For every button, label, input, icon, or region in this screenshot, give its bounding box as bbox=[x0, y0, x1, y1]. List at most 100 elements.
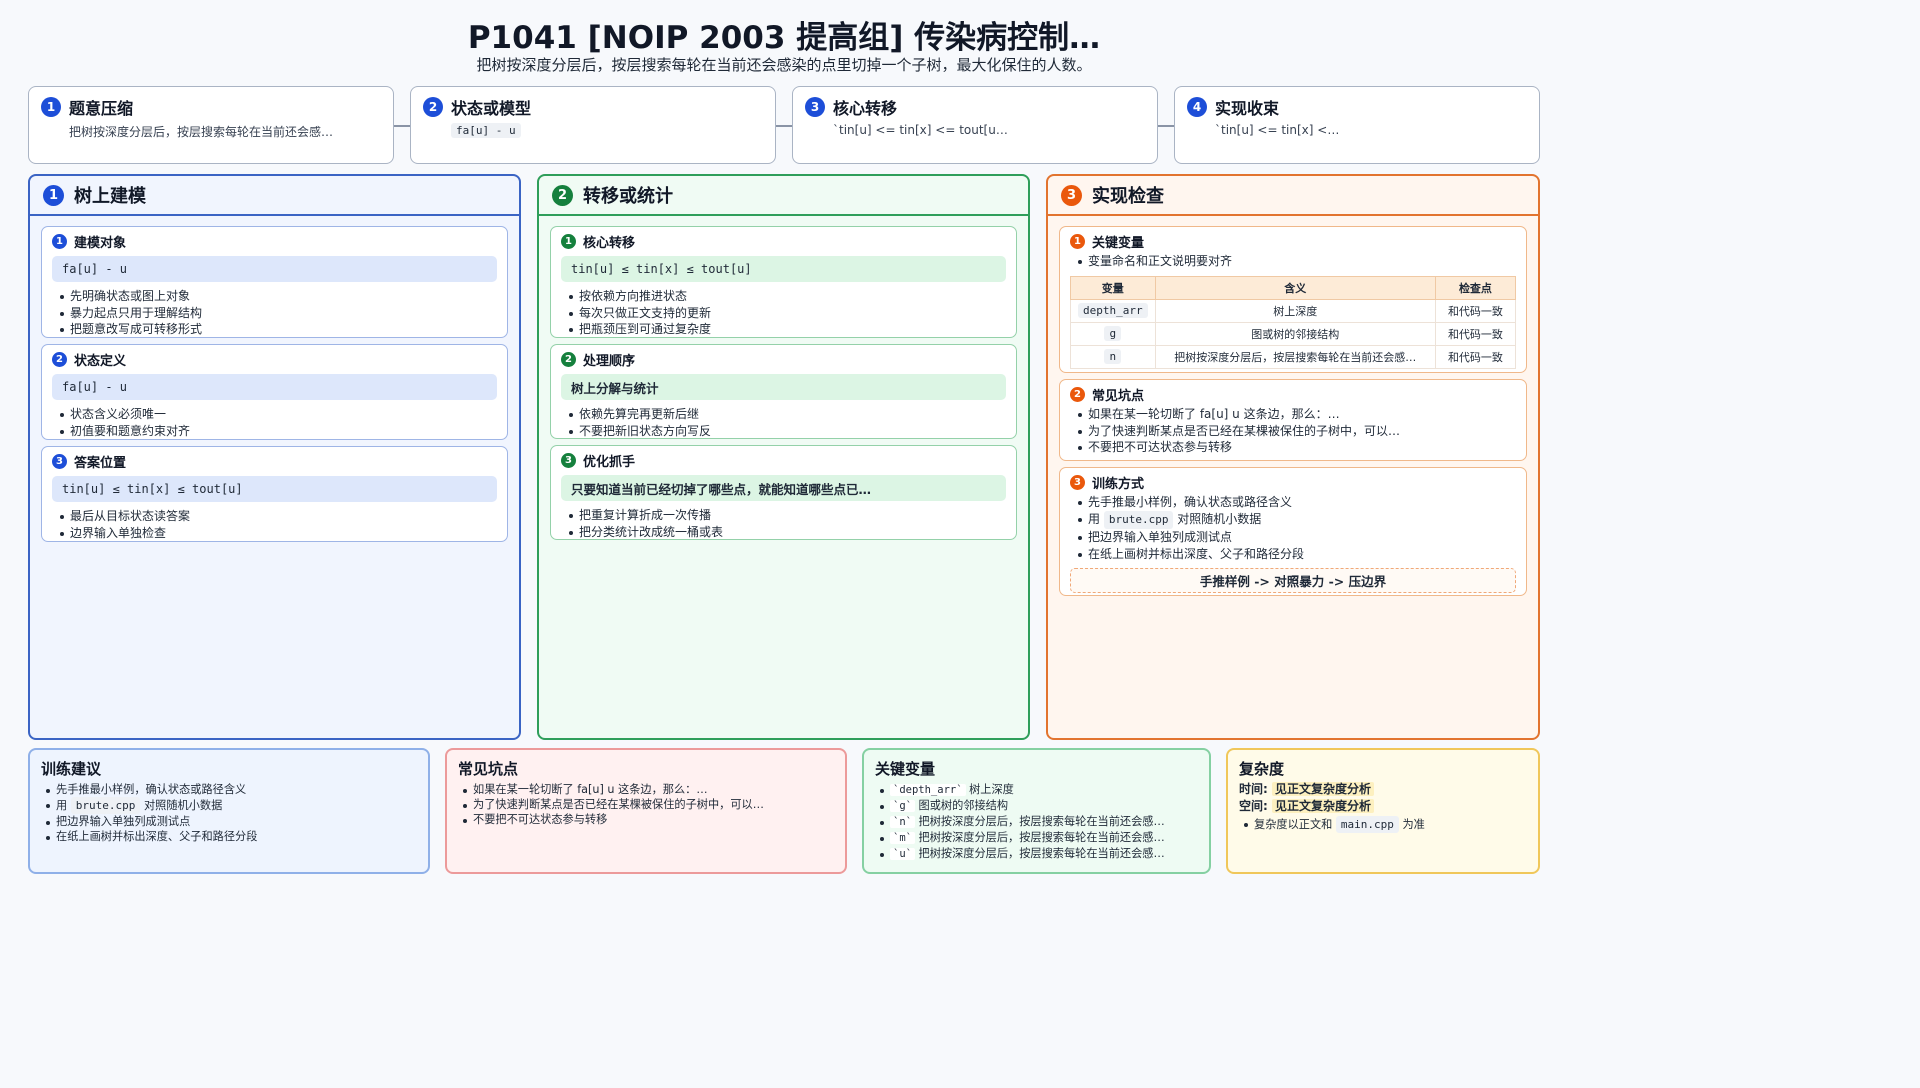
panel-title: 实现检查 bbox=[1092, 186, 1164, 207]
list-item: 把边界输入单独列成测试点 bbox=[1078, 529, 1516, 546]
card-title: 复杂度 bbox=[1239, 760, 1285, 778]
table-header: 检查点 bbox=[1434, 275, 1517, 300]
card-training-method: 3 训练方式 先手推最小样例，确认状态或路径含义 用 brute.cpp 对照随机… bbox=[1059, 467, 1527, 596]
time-complexity: 时间: 见正文复杂度分析 bbox=[1239, 781, 1527, 798]
table-row: n 把树按深度分层后，按层搜索每轮在当前还会感… 和代码一致 bbox=[1070, 344, 1517, 369]
list-item: 把边界输入单独列成测试点 bbox=[46, 814, 417, 829]
list-item: 不要把不可达状态参与转移 bbox=[463, 812, 834, 827]
list-item: 把分类统计改成统一桶或表 bbox=[569, 524, 1006, 541]
highlight-bar: 只要知道当前已经切掉了哪些点，就能知道哪些点已… bbox=[561, 475, 1006, 501]
table-cell: g bbox=[1070, 321, 1156, 346]
variable-name: `m` bbox=[890, 832, 915, 844]
step-card-2: 2 状态或模型 fa[u] - u bbox=[410, 86, 776, 164]
card-number-badge: 1 bbox=[561, 233, 576, 249]
list-item: 状态含义必须唯一 bbox=[60, 406, 497, 423]
card-title: 核心转移 bbox=[583, 235, 636, 251]
table-cell: 和代码一致 bbox=[1434, 321, 1517, 346]
list-item: 如果在某一轮切断了 fa[u] u 这条边，那么：… bbox=[463, 782, 834, 797]
step-description: `tin[u] <= tin[x] <… bbox=[1215, 123, 1340, 137]
step-title: 状态或模型 bbox=[451, 99, 532, 118]
list-item: 为了快速判断某点是否已经在某棵被保住的子树中，可以… bbox=[463, 797, 834, 812]
bottom-card-training: 训练建议 先手推最小样例，确认状态或路径含义 用 brute.cpp 对照随机小… bbox=[28, 748, 430, 874]
list-item: 按依赖方向推进状态 bbox=[569, 288, 1006, 305]
list-item: 边界输入单独检查 bbox=[60, 525, 497, 542]
step-connector bbox=[776, 125, 792, 127]
step-connector bbox=[1158, 125, 1174, 127]
card-number-badge: 1 bbox=[52, 233, 67, 249]
list-item: 把瓶颈压到可通过复杂度 bbox=[569, 321, 1006, 338]
list-item: 复杂度以正文和 main.cpp 为准 bbox=[1244, 816, 1527, 833]
panel-title: 转移或统计 bbox=[583, 186, 673, 207]
flow-summary: 手推样例 -> 对照暴力 -> 压边界 bbox=[1070, 568, 1516, 593]
space-complexity: 空间: 见正文复杂度分析 bbox=[1239, 798, 1527, 815]
bottom-card-variables: 关键变量 `depth_arr` 树上深度 `g` 图或树的邻接结构 `n` 把… bbox=[862, 748, 1211, 874]
list-item: 为了快速判断某点是否已经在某棵被保住的子树中，可以… bbox=[1078, 423, 1516, 440]
variable-name: `u` bbox=[890, 848, 915, 860]
panel-transition: 2 转移或统计 1 核心转移 tin[u] ≤ tin[x] ≤ tout[u] 按… bbox=[537, 174, 1030, 740]
card-title: 建模对象 bbox=[74, 235, 127, 251]
step-title: 实现收束 bbox=[1215, 99, 1280, 118]
code-bar: fa[u] - u bbox=[52, 256, 497, 282]
step-description: 把树按深度分层后，按层搜索每轮在当前还会感… bbox=[69, 125, 334, 139]
list-item: 先手推最小样例，确认状态或路径含义 bbox=[1078, 494, 1516, 511]
step-number-badge: 2 bbox=[423, 97, 443, 117]
table-cell: depth_arr bbox=[1070, 298, 1156, 323]
list-item: 每次只做正文支持的更新 bbox=[569, 305, 1006, 322]
page-title: P1041 [NOIP 2003 提高组] 传染病控制… bbox=[467, 20, 1101, 56]
step-card-4: 4 实现收束 `tin[u] <= tin[x] <… bbox=[1174, 86, 1540, 164]
card-number-badge: 3 bbox=[52, 453, 67, 469]
step-connector bbox=[394, 125, 410, 127]
list-item: `depth_arr` 树上深度 bbox=[880, 782, 1198, 798]
list-item: 依赖先算完再更新后继 bbox=[569, 406, 1006, 423]
card-answer-position: 3 答案位置 tin[u] ≤ tin[x] ≤ tout[u] 最后从目标状态读… bbox=[41, 446, 508, 542]
table-cell: 树上深度 bbox=[1154, 298, 1436, 323]
list-item: 先明确状态或图上对象 bbox=[60, 288, 497, 305]
step-title: 题意压缩 bbox=[69, 99, 134, 118]
step-number-badge: 4 bbox=[1187, 97, 1207, 117]
list-item: 初值要和题意约束对齐 bbox=[60, 423, 497, 440]
variables-table: 变量 含义 检查点 depth_arr 树上深度 和代码一致 g 图或树的邻接结… bbox=[1070, 275, 1517, 369]
card-number-badge: 3 bbox=[1070, 474, 1085, 490]
list-item: 用 brute.cpp 对照随机小数据 bbox=[46, 797, 417, 814]
list-item: 在纸上画树并标出深度、父子和路径分段 bbox=[46, 829, 417, 844]
table-cell: 把树按深度分层后，按层搜索每轮在当前还会感… bbox=[1154, 344, 1436, 369]
variable-name: `n` bbox=[890, 816, 915, 828]
card-core-transition: 1 核心转移 tin[u] ≤ tin[x] ≤ tout[u] 按依赖方向推进状… bbox=[550, 226, 1017, 338]
list-item: 在纸上画树并标出深度、父子和路径分段 bbox=[1078, 546, 1516, 563]
panel-number-badge: 3 bbox=[1061, 184, 1082, 206]
card-number-badge: 3 bbox=[561, 452, 576, 468]
step-card-3: 3 核心转移 `tin[u] <= tin[x] <= tout[u… bbox=[792, 86, 1158, 164]
list-item: `m` 把树按深度分层后，按层搜索每轮在当前还会感… bbox=[880, 830, 1198, 846]
highlight-bar: 树上分解与统计 bbox=[561, 374, 1006, 400]
step-code-chip: fa[u] - u bbox=[451, 123, 521, 138]
list-item: 用 brute.cpp 对照随机小数据 bbox=[1078, 510, 1516, 529]
list-item: 先手推最小样例，确认状态或路径含义 bbox=[46, 782, 417, 797]
list-item: 最后从目标状态读答案 bbox=[60, 508, 497, 525]
code-bar: fa[u] - u bbox=[52, 374, 497, 400]
card-key-variables: 1 关键变量 变量命名和正文说明要对齐 变量 含义 检查点 depth_arr 树… bbox=[1059, 226, 1527, 373]
card-number-badge: 2 bbox=[52, 351, 67, 367]
step-row: 1 题意压缩 把树按深度分层后，按层搜索每轮在当前还会感… 2 状态或模型 fa[u… bbox=[28, 86, 1540, 164]
card-number-badge: 1 bbox=[1070, 233, 1085, 249]
panel-number-badge: 2 bbox=[552, 184, 573, 206]
panel-implementation-check: 3 实现检查 1 关键变量 变量命名和正文说明要对齐 变量 含义 检查点 depth… bbox=[1046, 174, 1540, 740]
table-header: 变量 bbox=[1070, 275, 1156, 300]
card-title: 答案位置 bbox=[74, 455, 127, 471]
list-item: 变量命名和正文说明要对齐 bbox=[1078, 253, 1516, 270]
bottom-card-pitfalls: 常见坑点 如果在某一轮切断了 fa[u] u 这条边，那么：… 为了快速判断某点… bbox=[445, 748, 847, 874]
step-title: 核心转移 bbox=[833, 99, 898, 118]
card-pitfalls: 2 常见坑点 如果在某一轮切断了 fa[u] u 这条边，那么：… 为了快速判断某… bbox=[1059, 379, 1527, 461]
step-card-1: 1 题意压缩 把树按深度分层后，按层搜索每轮在当前还会感… bbox=[28, 86, 394, 164]
code-chip: brute.cpp bbox=[1103, 510, 1174, 529]
list-item: 暴力起点只用于理解结构 bbox=[60, 305, 497, 322]
card-title: 优化抓手 bbox=[583, 454, 636, 470]
table-row: g 图或树的邻接结构 和代码一致 bbox=[1070, 321, 1517, 346]
code-bar: tin[u] ≤ tin[x] ≤ tout[u] bbox=[561, 256, 1006, 282]
card-title: 关键变量 bbox=[875, 760, 936, 778]
code-bar: tin[u] ≤ tin[x] ≤ tout[u] bbox=[52, 476, 497, 502]
bottom-card-complexity: 复杂度 时间: 见正文复杂度分析 空间: 见正文复杂度分析 复杂度以正文和 ma… bbox=[1226, 748, 1540, 874]
code-chip: brute.cpp bbox=[70, 797, 141, 814]
list-item: 把题意改写成可转移形式 bbox=[60, 321, 497, 338]
variable-name: `depth_arr` bbox=[890, 784, 966, 796]
step-description: `tin[u] <= tin[x] <= tout[u… bbox=[833, 123, 1008, 137]
